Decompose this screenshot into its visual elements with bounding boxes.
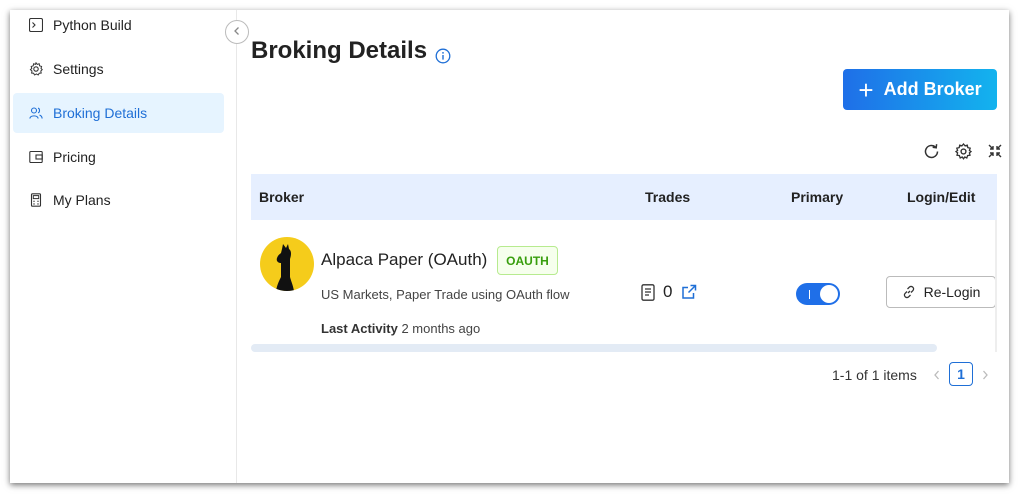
external-link-icon[interactable] bbox=[681, 284, 697, 300]
last-activity: Last Activity 2 months ago bbox=[321, 321, 480, 336]
add-broker-button[interactable]: + Add Broker bbox=[843, 69, 997, 110]
toggle-knob bbox=[820, 285, 838, 303]
plus-icon: + bbox=[858, 74, 874, 105]
page-title: Broking Details bbox=[251, 37, 451, 65]
oauth-tag: OAUTH bbox=[497, 246, 558, 275]
column-header-login-edit[interactable]: Login/Edit bbox=[907, 174, 975, 220]
terminal-icon bbox=[29, 18, 43, 32]
page-title-text: Broking Details bbox=[251, 37, 428, 64]
sidebar-item-pricing[interactable]: Pricing bbox=[13, 137, 224, 177]
link-icon bbox=[902, 285, 916, 299]
sidebar: Python Build Settings Broking Details Pr… bbox=[10, 10, 237, 483]
gear-icon bbox=[29, 62, 43, 76]
column-header-broker[interactable]: Broker bbox=[259, 174, 304, 220]
app-window: Python Build Settings Broking Details Pr… bbox=[10, 10, 1009, 483]
document-icon bbox=[641, 283, 655, 301]
sidebar-item-my-plans[interactable]: My Plans bbox=[13, 180, 224, 220]
pagination-summary: 1-1 of 1 items bbox=[832, 367, 917, 383]
sidebar-item-label: Python Build bbox=[53, 17, 132, 33]
column-header-primary[interactable]: Primary bbox=[791, 174, 843, 220]
horizontal-scrollbar[interactable] bbox=[251, 344, 937, 352]
sidebar-item-python-build[interactable]: Python Build bbox=[13, 10, 224, 45]
settings-gear-icon[interactable] bbox=[953, 141, 973, 161]
column-header-trades[interactable]: Trades bbox=[645, 174, 690, 220]
main-content: Broking Details + Add Broker Broker Trad… bbox=[237, 10, 1009, 483]
re-login-button[interactable]: Re-Login bbox=[886, 276, 996, 308]
collapse-sidebar-button[interactable] bbox=[225, 20, 249, 44]
fullscreen-icon[interactable] bbox=[985, 141, 1005, 161]
table-right-edge bbox=[995, 220, 997, 352]
toggle-on-mark bbox=[809, 290, 810, 299]
trades-count: 0 bbox=[663, 282, 673, 301]
prev-page-button[interactable] bbox=[930, 367, 944, 383]
add-broker-label: Add Broker bbox=[883, 79, 982, 99]
table-header: Broker Trades Primary Login/Edit bbox=[251, 174, 997, 220]
table-row: Alpaca Paper (OAuth) OAUTH US Markets, P… bbox=[251, 220, 997, 340]
broker-description: US Markets, Paper Trade using OAuth flow bbox=[321, 287, 570, 302]
wallet-icon bbox=[29, 150, 43, 164]
trades-cell: 0 bbox=[641, 282, 697, 302]
last-activity-value: 2 months ago bbox=[401, 321, 481, 336]
chevron-left-icon bbox=[232, 23, 242, 41]
last-activity-label: Last Activity bbox=[321, 321, 398, 336]
calculator-icon bbox=[29, 193, 43, 207]
page-number-button[interactable]: 1 bbox=[949, 362, 973, 386]
reload-icon[interactable] bbox=[921, 141, 941, 161]
sidebar-item-label: Settings bbox=[53, 61, 104, 77]
primary-toggle[interactable] bbox=[796, 283, 840, 305]
users-icon bbox=[29, 106, 43, 120]
sidebar-item-label: Pricing bbox=[53, 149, 96, 165]
sidebar-item-settings[interactable]: Settings bbox=[13, 49, 224, 89]
re-login-label: Re-Login bbox=[923, 284, 981, 300]
sidebar-item-broking-details[interactable]: Broking Details bbox=[13, 93, 224, 133]
broker-logo bbox=[260, 237, 314, 291]
broker-name: Alpaca Paper (OAuth) bbox=[321, 250, 488, 269]
next-page-button[interactable] bbox=[978, 367, 992, 383]
info-icon[interactable] bbox=[435, 43, 451, 64]
sidebar-item-label: My Plans bbox=[53, 192, 111, 208]
sidebar-item-label: Broking Details bbox=[53, 105, 148, 121]
